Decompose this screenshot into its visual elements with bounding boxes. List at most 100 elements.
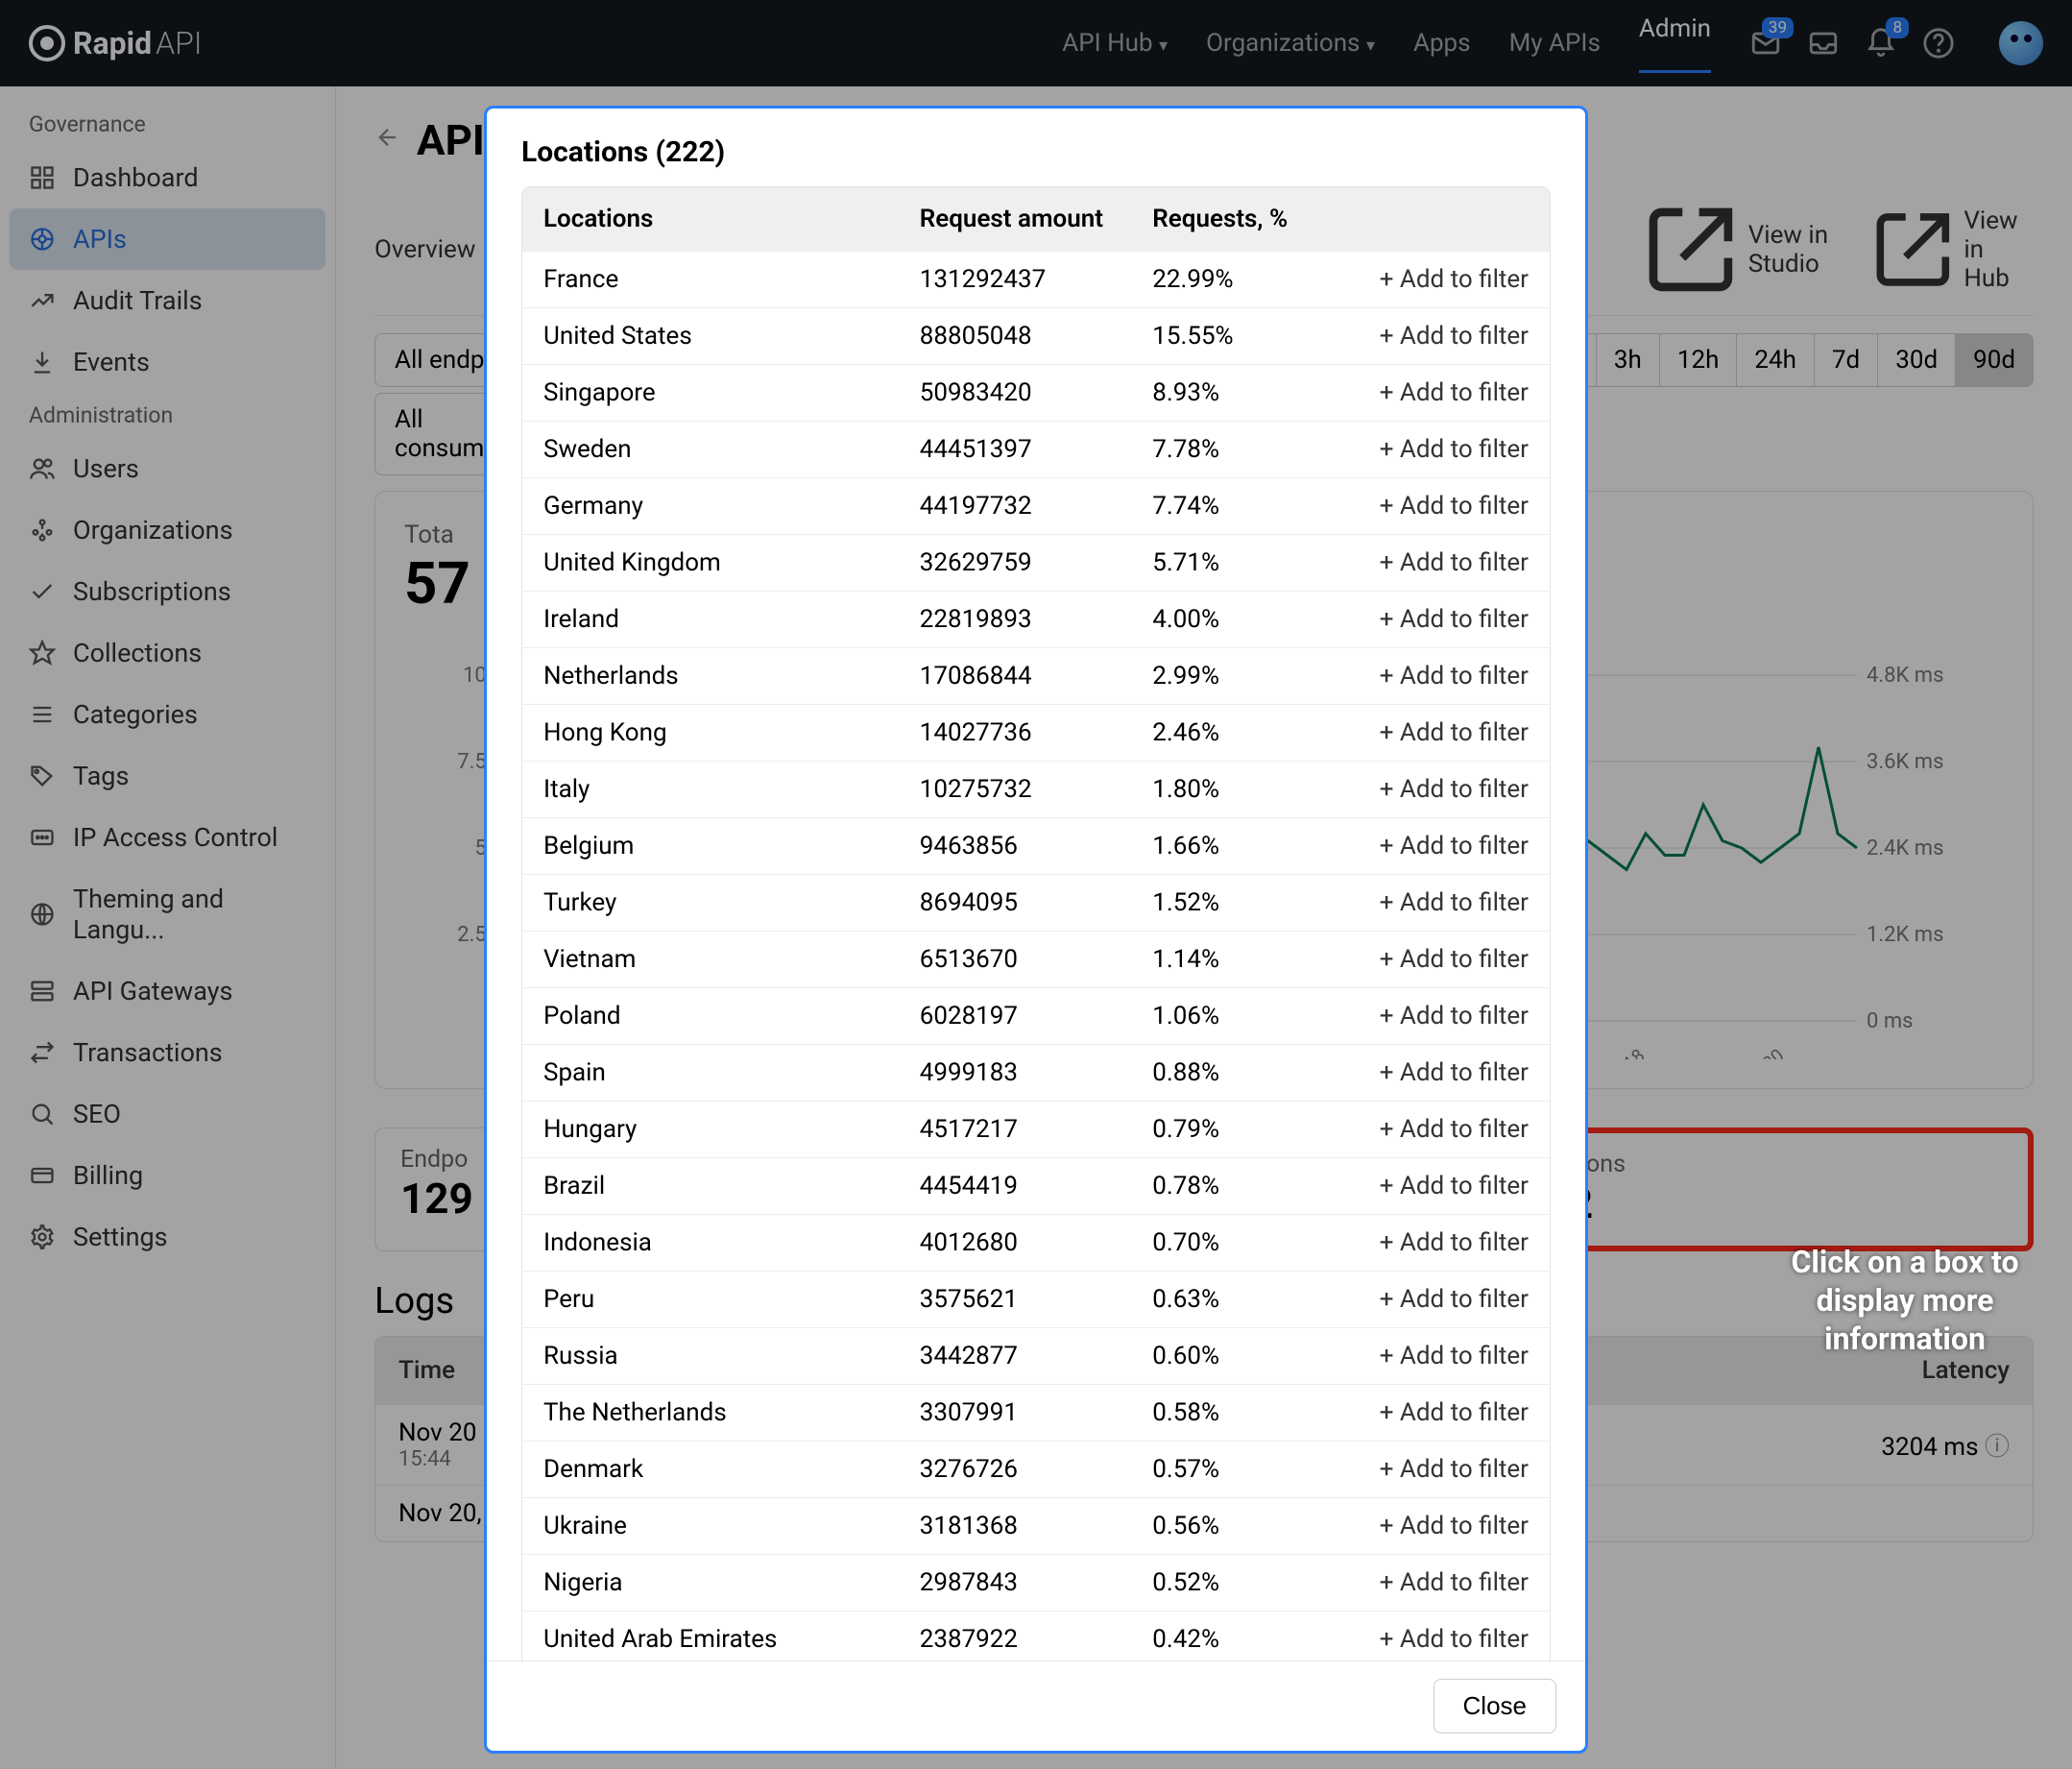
modal-row-requests: 2387922 [920,1625,1153,1654]
add-to-filter-link[interactable]: + Add to filter [1332,1115,1529,1144]
modal-row-requests: 2987843 [920,1568,1153,1597]
modal-row: United Kingdom 32629759 5.71% + Add to f… [522,534,1550,591]
modal-row-requests: 50983420 [920,378,1153,407]
modal-row-location: Belgium [543,832,920,860]
modal-row-requests: 32629759 [920,548,1153,577]
add-to-filter-link[interactable]: + Add to filter [1332,1512,1529,1540]
modal-row-pct: 0.60% [1152,1342,1332,1370]
modal-row-requests: 10275732 [920,775,1153,804]
add-to-filter-link[interactable]: + Add to filter [1332,1228,1529,1257]
modal-row: Sweden 44451397 7.78% + Add to filter [522,421,1550,477]
modal-row-location: Peru [543,1285,920,1314]
modal-row-location: Turkey [543,888,920,917]
annotation-text: Click on a box to display more informati… [1771,1243,2039,1358]
modal-row-location: Hungary [543,1115,920,1144]
modal-row: United Arab Emirates 2387922 0.42% + Add… [522,1611,1550,1660]
modal-row-location: Sweden [543,435,920,464]
modal-row-location: Vietnam [543,945,920,974]
modal-row: Poland 6028197 1.06% + Add to filter [522,987,1550,1044]
modal-row-pct: 1.14% [1152,945,1332,974]
add-to-filter-link[interactable]: + Add to filter [1332,1625,1529,1654]
add-to-filter-link[interactable]: + Add to filter [1332,1342,1529,1370]
add-to-filter-link[interactable]: + Add to filter [1332,265,1529,294]
modal-row-requests: 3276726 [920,1455,1153,1484]
modal-footer: Close [487,1660,1585,1751]
modal-table: Locations Request amount Requests, % Fra… [521,186,1551,1660]
modal-row: Nigeria 2987843 0.52% + Add to filter [522,1554,1550,1611]
modal-row-requests: 44197732 [920,492,1153,521]
modal-row-pct: 0.78% [1152,1172,1332,1200]
add-to-filter-link[interactable]: + Add to filter [1332,435,1529,464]
add-to-filter-link[interactable]: + Add to filter [1332,322,1529,351]
modal-title: Locations (222) [487,109,1585,186]
modal-row-requests: 4517217 [920,1115,1153,1144]
modal-row-requests: 8694095 [920,888,1153,917]
add-to-filter-link[interactable]: + Add to filter [1332,548,1529,577]
add-to-filter-link[interactable]: + Add to filter [1332,775,1529,804]
modal-row-requests: 6028197 [920,1002,1153,1030]
modal-row-requests: 6513670 [920,945,1153,974]
modal-row: United States 88805048 15.55% + Add to f… [522,307,1550,364]
modal-row: Hungary 4517217 0.79% + Add to filter [522,1101,1550,1157]
modal-row: Ireland 22819893 4.00% + Add to filter [522,591,1550,647]
add-to-filter-link[interactable]: + Add to filter [1332,378,1529,407]
modal-col-requests-pct: Requests, % [1152,205,1332,233]
add-to-filter-link[interactable]: + Add to filter [1332,1172,1529,1200]
modal-row-location: Ukraine [543,1512,920,1540]
modal-row: Vietnam 6513670 1.14% + Add to filter [522,931,1550,987]
modal-row: France 131292437 22.99% + Add to filter [522,251,1550,307]
modal-row-location: United Kingdom [543,548,920,577]
locations-modal: Locations (222) Locations Request amount… [484,106,1588,1754]
modal-col-action [1332,205,1529,233]
add-to-filter-link[interactable]: + Add to filter [1332,492,1529,521]
modal-row-location: Italy [543,775,920,804]
modal-row-pct: 0.58% [1152,1398,1332,1427]
modal-row: Singapore 50983420 8.93% + Add to filter [522,364,1550,421]
modal-row: Italy 10275732 1.80% + Add to filter [522,761,1550,817]
modal-row-requests: 3575621 [920,1285,1153,1314]
modal-row-pct: 22.99% [1152,265,1332,294]
add-to-filter-link[interactable]: + Add to filter [1332,1398,1529,1427]
modal-row-location: Netherlands [543,662,920,691]
add-to-filter-link[interactable]: + Add to filter [1332,888,1529,917]
modal-row-requests: 14027736 [920,718,1153,747]
modal-row-location: Denmark [543,1455,920,1484]
add-to-filter-link[interactable]: + Add to filter [1332,832,1529,860]
add-to-filter-link[interactable]: + Add to filter [1332,1285,1529,1314]
modal-row-pct: 0.79% [1152,1115,1332,1144]
add-to-filter-link[interactable]: + Add to filter [1332,662,1529,691]
modal-row-pct: 5.71% [1152,548,1332,577]
modal-row-requests: 4999183 [920,1058,1153,1087]
modal-row-pct: 1.80% [1152,775,1332,804]
add-to-filter-link[interactable]: + Add to filter [1332,1058,1529,1087]
modal-row-location: The Netherlands [543,1398,920,1427]
close-button[interactable]: Close [1434,1679,1556,1733]
modal-row-location: Brazil [543,1172,920,1200]
modal-row-pct: 0.88% [1152,1058,1332,1087]
add-to-filter-link[interactable]: + Add to filter [1332,605,1529,634]
modal-row-requests: 131292437 [920,265,1153,294]
modal-row: Spain 4999183 0.88% + Add to filter [522,1044,1550,1101]
modal-row-requests: 3307991 [920,1398,1153,1427]
modal-row-location: Poland [543,1002,920,1030]
modal-row: Indonesia 4012680 0.70% + Add to filter [522,1214,1550,1271]
modal-row: Belgium 9463856 1.66% + Add to filter [522,817,1550,874]
add-to-filter-link[interactable]: + Add to filter [1332,1455,1529,1484]
modal-row: Denmark 3276726 0.57% + Add to filter [522,1441,1550,1497]
modal-row-pct: 1.52% [1152,888,1332,917]
modal-row: Peru 3575621 0.63% + Add to filter [522,1271,1550,1327]
modal-row: Ukraine 3181368 0.56% + Add to filter [522,1497,1550,1554]
add-to-filter-link[interactable]: + Add to filter [1332,945,1529,974]
modal-row-requests: 88805048 [920,322,1153,351]
add-to-filter-link[interactable]: + Add to filter [1332,1002,1529,1030]
modal-row-requests: 4012680 [920,1228,1153,1257]
modal-col-request-amount: Request amount [920,205,1153,233]
modal-table-header: Locations Request amount Requests, % [522,187,1550,251]
modal-row-pct: 2.99% [1152,662,1332,691]
modal-row-pct: 2.46% [1152,718,1332,747]
add-to-filter-link[interactable]: + Add to filter [1332,718,1529,747]
add-to-filter-link[interactable]: + Add to filter [1332,1568,1529,1597]
modal-row: Turkey 8694095 1.52% + Add to filter [522,874,1550,931]
modal-row-pct: 0.56% [1152,1512,1332,1540]
modal-row: Hong Kong 14027736 2.46% + Add to filter [522,704,1550,761]
